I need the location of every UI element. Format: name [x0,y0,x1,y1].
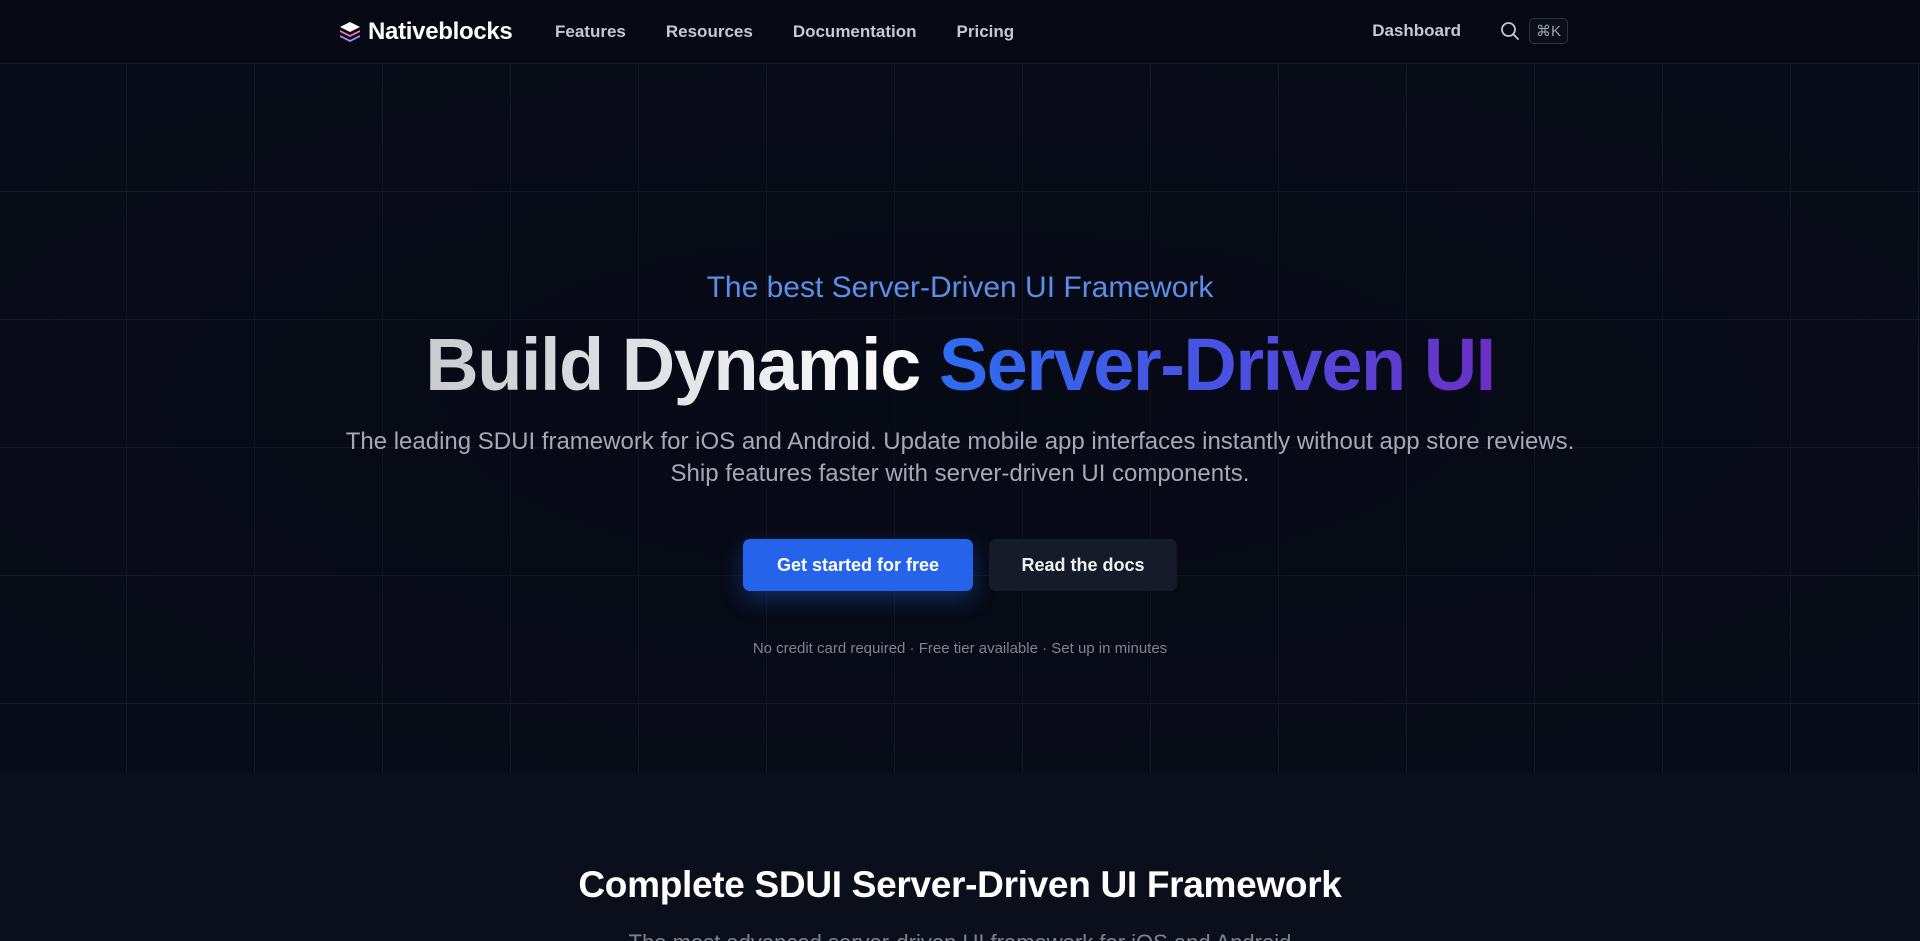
brand-link[interactable]: Nativeblocks [338,18,513,46]
section-subtitle: The most advanced server-driven UI frame… [0,930,1920,941]
hero-eyebrow: The best Server-Driven UI Framework [706,271,1214,304]
hero-subtext-line-2: Ship features faster with server-driven … [670,460,1250,487]
headline-plain: Build Dynamic [425,323,939,406]
features-section: Complete SDUI Server-Driven UI Framework… [0,772,1920,941]
section-title: Complete SDUI Server-Driven UI Framework [578,864,1342,905]
hero-section: The best Server-Driven UI Framework Buil… [0,64,1920,772]
search-button[interactable] [1497,18,1523,44]
stacked-layers-icon [340,22,360,42]
search-shortcut-badge[interactable]: ⌘K [1528,18,1568,44]
hero-subtext-line-1: The leading SDUI framework for iOS and A… [345,428,1575,455]
read-docs-button[interactable]: Read the docs [989,539,1177,591]
brand-name: Nativeblocks [368,18,513,45]
nav-resources[interactable]: Resources [666,22,753,42]
nav-features[interactable]: Features [555,22,626,42]
hero-content: The best Server-Driven UI Framework Buil… [0,64,1920,772]
dashboard-link[interactable]: Dashboard [1372,21,1461,41]
main-nav: Features Resources Documentation Pricing [555,22,1014,42]
hero-headline: Build Dynamic Server-Driven UI [0,324,1920,405]
search-icon [1501,22,1519,40]
get-started-button[interactable]: Get started for free [743,539,973,591]
nav-pricing[interactable]: Pricing [957,22,1015,42]
header-actions: Dashboard ⌘K [1372,18,1568,44]
hero-fineprint: No credit card required · Free tier avai… [752,640,1168,657]
page: Nativeblocks Features Resources Document… [0,0,1920,941]
site-header: Nativeblocks Features Resources Document… [0,0,1920,64]
hero-subtext: The leading SDUI framework for iOS and A… [0,426,1920,490]
nav-documentation[interactable]: Documentation [793,22,917,42]
hero-cta-row: Get started for free Read the docs [0,539,1920,591]
headline-gradient: Server-Driven UI [938,323,1496,406]
